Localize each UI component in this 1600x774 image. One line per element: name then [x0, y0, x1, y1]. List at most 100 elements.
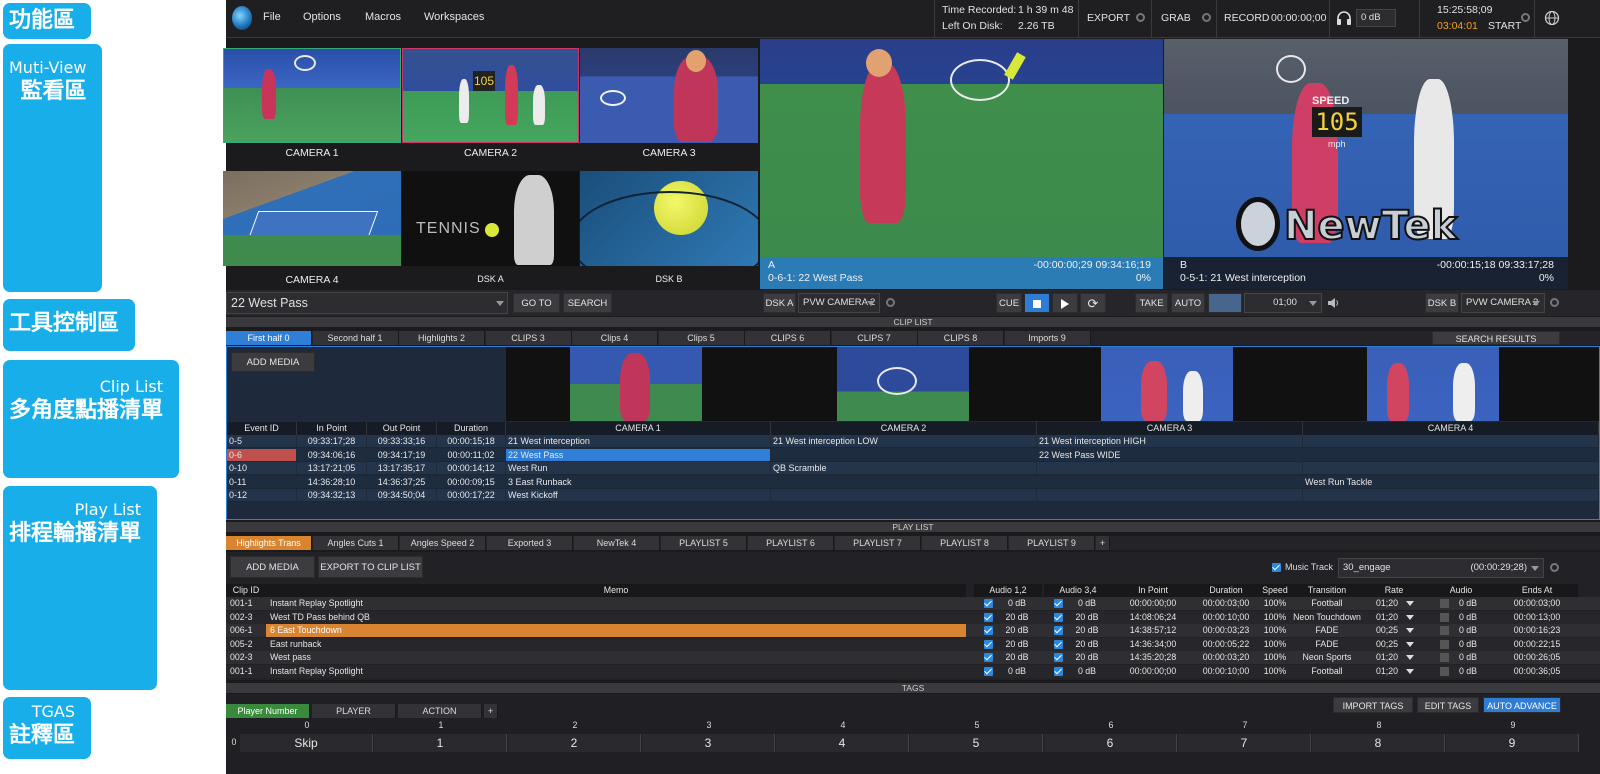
clip-name-input[interactable]: 22 West Pass: [226, 292, 508, 314]
dsk-b-source-select[interactable]: PVW CAMERA 2: [1461, 293, 1545, 313]
clip-cell[interactable]: 09:34:06;16: [297, 448, 367, 462]
clip-cell[interactable]: 09:33:33;16: [367, 435, 437, 448]
playlist-tab[interactable]: PLAYLIST 5: [661, 536, 747, 550]
tag-cell[interactable]: 6: [1044, 734, 1177, 752]
audio-34-checkbox[interactable]: [1054, 612, 1063, 622]
take-button[interactable]: TAKE: [1135, 293, 1168, 313]
clip-angle-cell[interactable]: [1303, 462, 1599, 475]
tag-cell[interactable]: 3: [642, 734, 775, 752]
newtek-logo-icon[interactable]: [232, 6, 252, 30]
playlist-cell[interactable]: West pass: [266, 651, 966, 664]
camera-3-monitor[interactable]: [580, 48, 758, 143]
clip-angle-cell[interactable]: 3 East Runback: [506, 475, 771, 489]
clip-angle-cell[interactable]: [1037, 462, 1303, 475]
tag-tab-action[interactable]: ACTION: [398, 704, 482, 718]
clip-cell[interactable]: 13:17:35;17: [367, 462, 437, 475]
rate-dropdown-icon[interactable]: [1406, 614, 1414, 620]
audio-34-checkbox[interactable]: [1054, 639, 1063, 649]
auto-button[interactable]: AUTO: [1171, 293, 1205, 313]
playlist-cell[interactable]: Instant Replay Spotlight: [266, 597, 966, 610]
clip-tab[interactable]: First half 0: [226, 331, 312, 345]
audio-toggle-icon[interactable]: [1440, 626, 1449, 635]
transition-icon[interactable]: [1208, 293, 1242, 313]
loop-button[interactable]: ⟳: [1080, 293, 1106, 313]
playlist-tab[interactable]: PLAYLIST 7: [835, 536, 921, 550]
clip-angle-cell[interactable]: 21 West interception LOW: [771, 435, 1037, 448]
cue-button[interactable]: CUE: [996, 293, 1022, 313]
tag-cell[interactable]: 1: [374, 734, 507, 752]
clip-cell[interactable]: 09:34:50;04: [367, 489, 437, 502]
clip-tab[interactable]: Second half 1: [312, 331, 399, 345]
clip-angle-cell[interactable]: [1037, 475, 1303, 489]
clip-tab[interactable]: CLIPS 8: [918, 331, 1004, 345]
clip-cell[interactable]: 00:00:11;02: [437, 448, 506, 462]
camera-2-thumbnail[interactable]: [771, 347, 1037, 421]
audio-toggle-icon[interactable]: [1440, 653, 1449, 662]
audio-toggle-icon[interactable]: [1440, 639, 1449, 649]
clip-cell[interactable]: 14:36:28;10: [297, 475, 367, 489]
menu-macros[interactable]: Macros: [365, 11, 401, 23]
music-track-checkbox[interactable]: [1272, 563, 1281, 572]
menu-workspaces[interactable]: Workspaces: [424, 11, 484, 23]
clip-angle-cell[interactable]: QB Scramble: [771, 462, 1037, 475]
rate-dropdown-icon[interactable]: [1406, 655, 1414, 660]
goto-button[interactable]: GO TO: [513, 293, 560, 313]
clip-angle-cell[interactable]: [771, 489, 1037, 502]
audio-34-checkbox[interactable]: [1054, 666, 1063, 676]
clip-angle-cell[interactable]: 22 West Pass: [506, 448, 771, 462]
clip-tab[interactable]: Clips 5: [658, 331, 745, 345]
add-playlist-tab-button[interactable]: +: [1096, 536, 1110, 550]
rate-dropdown-icon[interactable]: [1406, 628, 1414, 633]
music-gear-icon[interactable]: [1550, 563, 1559, 572]
dsk-a-monitor[interactable]: TENNIS: [402, 171, 579, 266]
audio-34-checkbox[interactable]: [1054, 599, 1063, 608]
clip-cell[interactable]: 0-12: [227, 489, 297, 502]
tag-tab-player[interactable]: PLAYER: [312, 704, 396, 718]
playlist-row[interactable]: 002-3 West pass 20 dB 20 dB 14:35:20;28 00:00…: [226, 651, 1600, 664]
tag-cell[interactable]: Skip: [240, 734, 373, 752]
clip-cell[interactable]: 00:00:15;18: [437, 435, 506, 448]
search-button[interactable]: SEARCH: [563, 293, 612, 313]
preview-monitor[interactable]: SPEED 105 mph NewTek B 0-5-1: 21 West in…: [1164, 39, 1568, 289]
clip-angle-cell[interactable]: [1303, 489, 1599, 502]
rate-dropdown-icon[interactable]: [1406, 641, 1414, 647]
dsk-a-source-select[interactable]: PVW CAMERA 2: [798, 293, 880, 313]
tag-cell[interactable]: 9: [1446, 734, 1579, 752]
audio-12-checkbox[interactable]: [984, 599, 993, 608]
clip-cell[interactable]: 00:00:09;15: [437, 475, 506, 489]
playlist-cell[interactable]: 6 East Touchdown: [266, 624, 966, 637]
stop-button[interactable]: [1024, 293, 1050, 313]
record-button[interactable]: RECORD: [1224, 12, 1270, 24]
clip-cell[interactable]: 09:34:32;13: [297, 489, 367, 502]
tag-cell[interactable]: 8: [1312, 734, 1445, 752]
music-track-select[interactable]: 30_engage (00:00:29;28): [1338, 558, 1544, 578]
playlist-cell[interactable]: West TD Pass behind QB: [266, 611, 966, 624]
audio-12-checkbox[interactable]: [984, 626, 993, 635]
clip-angle-cell[interactable]: 21 West interception: [506, 435, 771, 448]
dsk-b-button[interactable]: DSK B: [1425, 293, 1459, 313]
audio-12-checkbox[interactable]: [984, 612, 993, 622]
export-to-clip-list-button[interactable]: EXPORT TO CLIP LIST: [318, 556, 423, 578]
clip-angle-cell[interactable]: 22 West Pass WIDE: [1037, 448, 1303, 462]
audio-12-checkbox[interactable]: [984, 639, 993, 649]
clock-gear-icon[interactable]: [1521, 13, 1530, 22]
clip-tab[interactable]: CLIPS 6: [745, 331, 831, 345]
audio-12-checkbox[interactable]: [984, 653, 993, 662]
playlist-tab[interactable]: PLAYLIST 8: [922, 536, 1008, 550]
camera-4-thumbnail[interactable]: [1303, 347, 1599, 421]
rate-dropdown-icon[interactable]: [1406, 668, 1414, 674]
menu-file[interactable]: File: [263, 11, 281, 23]
clip-cell[interactable]: 13:17:21;05: [297, 462, 367, 475]
clip-angle-cell[interactable]: [771, 448, 1037, 462]
clip-cell[interactable]: 0-6: [227, 448, 297, 462]
playlist-tab[interactable]: PLAYLIST 9: [1009, 536, 1095, 550]
playlist-row[interactable]: 001-1 Instant Replay Spotlight 0 dB 0 dB 00:…: [226, 597, 1600, 610]
search-results-button[interactable]: SEARCH RESULTS: [1432, 331, 1560, 345]
audio-34-checkbox[interactable]: [1054, 626, 1063, 635]
camera-1-thumbnail[interactable]: [506, 347, 771, 421]
playlist-row[interactable]: 001-1 Instant Replay Spotlight 0 dB 0 dB 00:…: [226, 664, 1600, 678]
clip-angle-cell[interactable]: West Kickoff: [506, 489, 771, 502]
play-button[interactable]: [1052, 293, 1078, 313]
audio-toggle-icon[interactable]: [1440, 599, 1449, 608]
play-add-media-button[interactable]: ADD MEDIA: [230, 556, 315, 578]
